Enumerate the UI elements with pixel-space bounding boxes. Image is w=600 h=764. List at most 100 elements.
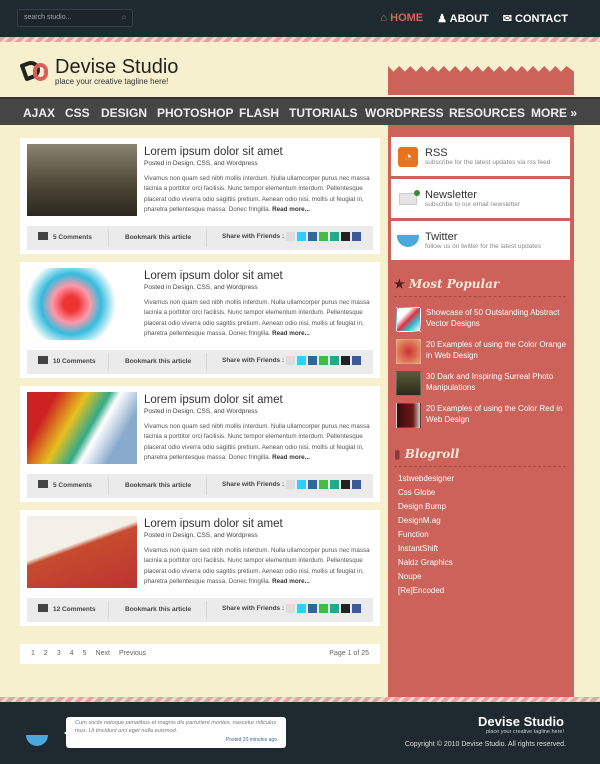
blogroll-link[interactable]: InstantShift bbox=[398, 542, 454, 556]
blogroll-link[interactable]: Naldz Graphics bbox=[398, 556, 454, 570]
previous-link[interactable]: Previous bbox=[119, 650, 146, 658]
top-nav-home[interactable]: ⌂ HOME bbox=[380, 12, 423, 25]
nav-photoshop[interactable]: PHOTOSHOP bbox=[157, 106, 233, 120]
comments-link[interactable]: 12 Comments bbox=[53, 606, 96, 613]
tweet-text: Cum sociis natoque penatibus et magnis d… bbox=[75, 720, 277, 734]
next-link[interactable]: Next bbox=[96, 650, 110, 658]
nav-resources[interactable]: RESOURCES bbox=[449, 106, 525, 120]
tweet-time[interactable]: Posted 20 minutes ago bbox=[75, 737, 277, 745]
post-title[interactable]: Lorem ipsum dolor sit amet bbox=[144, 518, 283, 530]
popular-item[interactable]: Showcase of 50 Outstanding Abstract Vect… bbox=[396, 307, 568, 332]
facebook-icon[interactable] bbox=[352, 232, 362, 241]
bookmark-link[interactable]: Bookmark this article bbox=[125, 358, 191, 365]
page-4[interactable]: 4 bbox=[70, 650, 74, 658]
delicious-icon[interactable] bbox=[341, 232, 351, 241]
stumbleupon-icon[interactable] bbox=[330, 604, 340, 613]
read-more-link[interactable]: Read more... bbox=[272, 206, 310, 213]
divider bbox=[108, 229, 109, 247]
reddit-icon[interactable] bbox=[286, 232, 296, 241]
comments-link[interactable]: 5 Comments bbox=[53, 482, 92, 489]
label: ABOUT bbox=[449, 13, 489, 25]
bookmark-link[interactable]: Bookmark this article bbox=[125, 234, 191, 241]
search-icon[interactable]: ⌕ bbox=[121, 12, 127, 23]
facebook-icon[interactable] bbox=[352, 604, 362, 613]
reddit-icon[interactable] bbox=[286, 356, 296, 365]
subscribe-twitter[interactable]: Twitter follow us on twitter for the late… bbox=[391, 221, 570, 260]
bookmark-link[interactable]: Bookmark this article bbox=[125, 606, 191, 613]
post-title[interactable]: Lorem ipsum dolor sit amet bbox=[144, 270, 283, 282]
post-image[interactable] bbox=[27, 144, 137, 216]
twitter-icon[interactable] bbox=[297, 604, 307, 613]
blogroll-link[interactable]: Css Globe bbox=[398, 486, 454, 500]
page-1[interactable]: 1 bbox=[31, 650, 35, 658]
popular-item[interactable]: 30 Dark and Inspiring Surreal Photo Mani… bbox=[396, 371, 568, 396]
comments-link[interactable]: 5 Comments bbox=[53, 234, 92, 241]
blogroll-link[interactable]: Function bbox=[398, 528, 454, 542]
reddit-icon[interactable] bbox=[286, 480, 296, 489]
digg-icon[interactable] bbox=[308, 480, 318, 489]
comments-link[interactable]: 10 Comments bbox=[53, 358, 96, 365]
stumble-icon[interactable] bbox=[319, 232, 329, 241]
digg-icon[interactable] bbox=[308, 356, 318, 365]
share-label: Share with Friends : bbox=[222, 357, 285, 365]
blogroll-link[interactable]: Design Bump bbox=[398, 500, 454, 514]
read-more-link[interactable]: Read more... bbox=[272, 454, 310, 461]
blogroll-link[interactable]: [Re]Encoded bbox=[398, 584, 454, 598]
post-actions: 12 Comments Bookmark this article Share … bbox=[27, 598, 373, 622]
nav-design[interactable]: DESIGN bbox=[101, 106, 147, 120]
page-3[interactable]: 3 bbox=[57, 650, 61, 658]
blogroll-link[interactable]: Noupe bbox=[398, 570, 454, 584]
twitter-bird-icon bbox=[397, 234, 419, 247]
twitter-icon[interactable] bbox=[297, 356, 307, 365]
search-input[interactable]: search studio... ⌕ bbox=[17, 9, 133, 27]
nav-flash[interactable]: FLASH bbox=[239, 106, 279, 120]
read-more-link[interactable]: Read more... bbox=[272, 578, 310, 585]
page-5[interactable]: 5 bbox=[83, 650, 87, 658]
nav-more[interactable]: MORE » bbox=[531, 106, 577, 120]
post-image[interactable] bbox=[27, 268, 137, 340]
divider bbox=[108, 601, 109, 619]
read-more-link[interactable]: Read more... bbox=[272, 330, 310, 337]
share-label: Share with Friends : bbox=[222, 481, 285, 489]
subscribe-newsletter[interactable]: Newsletter subscribe to our email newslet… bbox=[391, 179, 570, 218]
top-nav-contact[interactable]: ✉ CONTACT bbox=[503, 12, 568, 25]
twitter-icon[interactable] bbox=[297, 232, 307, 241]
stumbleupon-icon[interactable] bbox=[330, 232, 340, 241]
post-meta: Posted in Design, CSS, and Wordpress bbox=[144, 532, 258, 539]
blogroll-link[interactable]: 1stwebdesigner bbox=[398, 472, 454, 486]
popular-item[interactable]: 20 Examples of using the Color Orange in… bbox=[396, 339, 568, 364]
stumble-icon[interactable] bbox=[319, 604, 329, 613]
stumble-icon[interactable] bbox=[319, 480, 329, 489]
digg-icon[interactable] bbox=[308, 604, 318, 613]
facebook-icon[interactable] bbox=[352, 480, 362, 489]
nav-wordpress[interactable]: WORDPRESS bbox=[365, 106, 444, 120]
delicious-icon[interactable] bbox=[341, 604, 351, 613]
reddit-icon[interactable] bbox=[286, 604, 296, 613]
logo[interactable]: Devise Studio place your creative taglin… bbox=[19, 57, 178, 86]
post-title[interactable]: Lorem ipsum dolor sit amet bbox=[144, 146, 283, 158]
twitter-icon[interactable] bbox=[297, 480, 307, 489]
nav-tutorials[interactable]: TUTORIALS bbox=[289, 106, 357, 120]
nav-css[interactable]: CSS bbox=[65, 106, 90, 120]
delicious-icon[interactable] bbox=[341, 480, 351, 489]
envelope-icon bbox=[399, 189, 420, 205]
bookmark-link[interactable]: Bookmark this article bbox=[125, 482, 191, 489]
popular-item[interactable]: 20 Examples of using the Color Red in We… bbox=[396, 403, 568, 428]
post-excerpt: Vivamus non quam sed nibh mollis interdu… bbox=[144, 546, 374, 587]
comment-icon bbox=[38, 232, 48, 240]
stumbleupon-icon[interactable] bbox=[330, 480, 340, 489]
top-nav-about[interactable]: ♟ ABOUT bbox=[437, 12, 489, 25]
nav-ajax[interactable]: AJAX bbox=[23, 106, 55, 120]
post-image[interactable] bbox=[27, 392, 137, 464]
post-title[interactable]: Lorem ipsum dolor sit amet bbox=[144, 394, 283, 406]
divider bbox=[206, 477, 207, 495]
blogroll-link[interactable]: DesignM.ag bbox=[398, 514, 454, 528]
delicious-icon[interactable] bbox=[341, 356, 351, 365]
facebook-icon[interactable] bbox=[352, 356, 362, 365]
page-2[interactable]: 2 bbox=[44, 650, 48, 658]
stumble-icon[interactable] bbox=[319, 356, 329, 365]
post-image[interactable] bbox=[27, 516, 137, 588]
subscribe-rss[interactable]: ◔ RSS subscribe for the latest updates vi… bbox=[391, 137, 570, 176]
digg-icon[interactable] bbox=[308, 232, 318, 241]
stumbleupon-icon[interactable] bbox=[330, 356, 340, 365]
